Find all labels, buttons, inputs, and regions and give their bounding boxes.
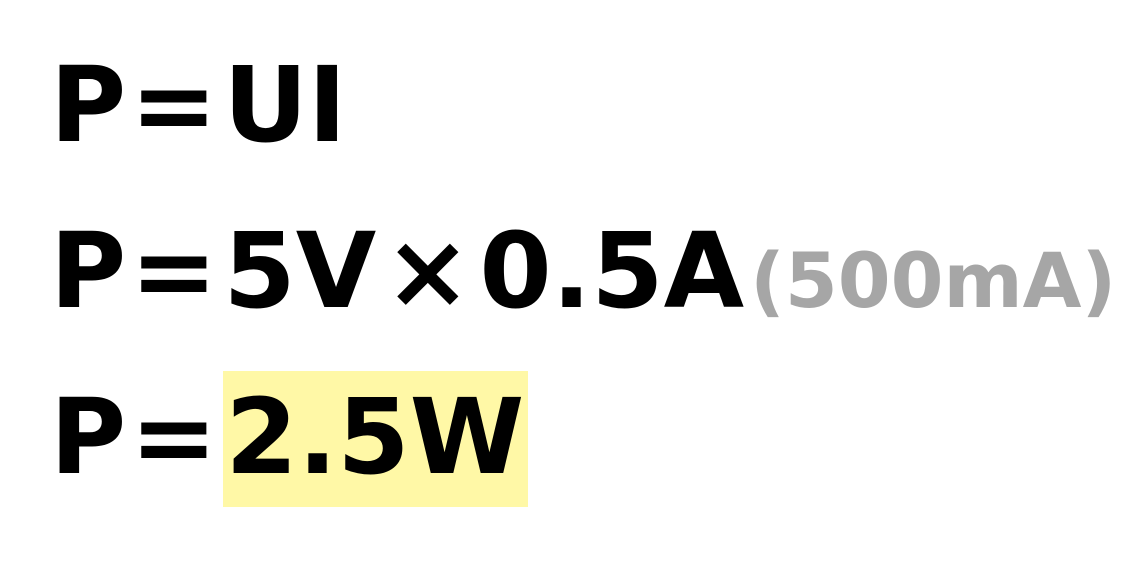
power-symbol: P <box>50 376 127 498</box>
formula-line-1: P = UI <box>50 22 1130 188</box>
equals-sign: = <box>130 44 218 166</box>
formula-line-2: P = 5V × 0.5A (500mA) <box>50 188 1130 354</box>
equals-sign: = <box>130 376 218 498</box>
formula-rhs: UI <box>223 44 347 166</box>
equals-sign: = <box>130 210 218 332</box>
multiply-sign: × <box>384 210 472 332</box>
power-formula: P = UI P = 5V × 0.5A (500mA) P = 2.5W <box>50 22 1130 520</box>
power-symbol: P <box>50 44 127 166</box>
power-symbol: P <box>50 210 127 332</box>
formula-line-3: P = 2.5W <box>50 354 1130 520</box>
current-value: 0.5A <box>479 210 745 332</box>
result-value: 2.5W <box>223 371 529 507</box>
current-note: (500mA) <box>750 236 1117 325</box>
voltage-value: 5V <box>223 210 377 332</box>
